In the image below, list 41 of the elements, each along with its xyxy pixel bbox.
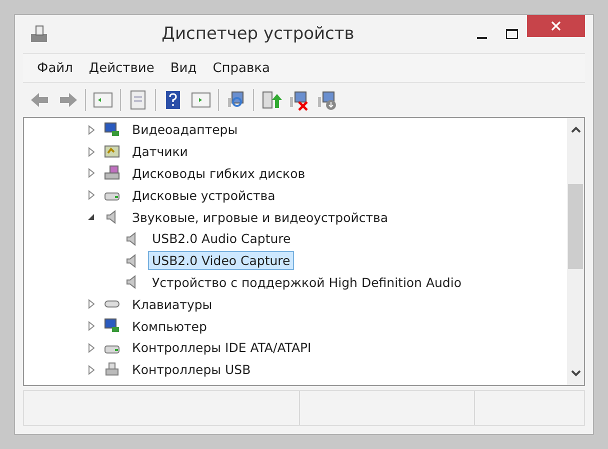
category-item[interactable]: Контроллеры USB (128, 360, 255, 380)
close-icon (551, 21, 561, 31)
expand-arrow-icon[interactable] (86, 364, 96, 375)
device-manager-icon (29, 24, 49, 44)
window-title: Диспетчер устройств (160, 24, 356, 44)
category-item[interactable]: Звуковые, игровые и видеоустройства (128, 208, 392, 227)
category-item[interactable]: Клавиатуры (128, 294, 216, 314)
expand-arrow-icon[interactable] (86, 321, 96, 332)
category-item[interactable]: Видеоадаптеры (128, 120, 242, 140)
minimize-icon (477, 37, 487, 39)
menu-item[interactable]: Вид (164, 58, 203, 78)
category-item[interactable]: Датчики (128, 142, 192, 162)
expand-arrow-icon[interactable] (86, 299, 96, 310)
update-driver-icon[interactable] (260, 89, 282, 111)
usb-device-icon (104, 362, 120, 378)
expand-arrow-icon[interactable] (86, 342, 96, 353)
category-item[interactable]: Дисководы гибких дисков (128, 164, 310, 183)
device-item[interactable]: USB2.0 Video Capture (148, 251, 294, 270)
expand-arrow-icon[interactable] (86, 168, 96, 178)
expand-arrow-icon[interactable] (86, 124, 96, 135)
category-item[interactable]: Компьютер (128, 316, 211, 336)
menu-item[interactable]: Справка (206, 58, 276, 78)
sensor-device-icon (104, 144, 120, 160)
expand-arrow-icon[interactable] (86, 190, 96, 200)
collapse-arrow-icon[interactable] (86, 212, 96, 222)
maximize-icon (506, 29, 518, 39)
expand-arrow-icon[interactable] (86, 146, 96, 157)
category-item[interactable]: Контроллеры IDE ATA/ATAPI (128, 338, 316, 358)
device-item[interactable]: USB2.0 Audio Capture (148, 229, 295, 248)
scrollbar[interactable] (567, 118, 584, 385)
menu-item[interactable]: Файл (31, 58, 79, 78)
menu-item[interactable]: Действие (82, 58, 160, 78)
floppy-device-icon (104, 165, 120, 182)
monitor-device-icon (104, 318, 120, 334)
category-item[interactable]: Дисковые устройства (128, 186, 280, 205)
scrollbar-thumb[interactable] (568, 184, 583, 269)
close-button[interactable] (527, 15, 585, 37)
download-device-icon[interactable] (316, 89, 338, 111)
device-item[interactable]: Устройство с поддержкой High Definition Audio (148, 272, 466, 292)
monitor-device-icon (104, 122, 120, 138)
uninstall-device-icon[interactable] (288, 89, 310, 111)
